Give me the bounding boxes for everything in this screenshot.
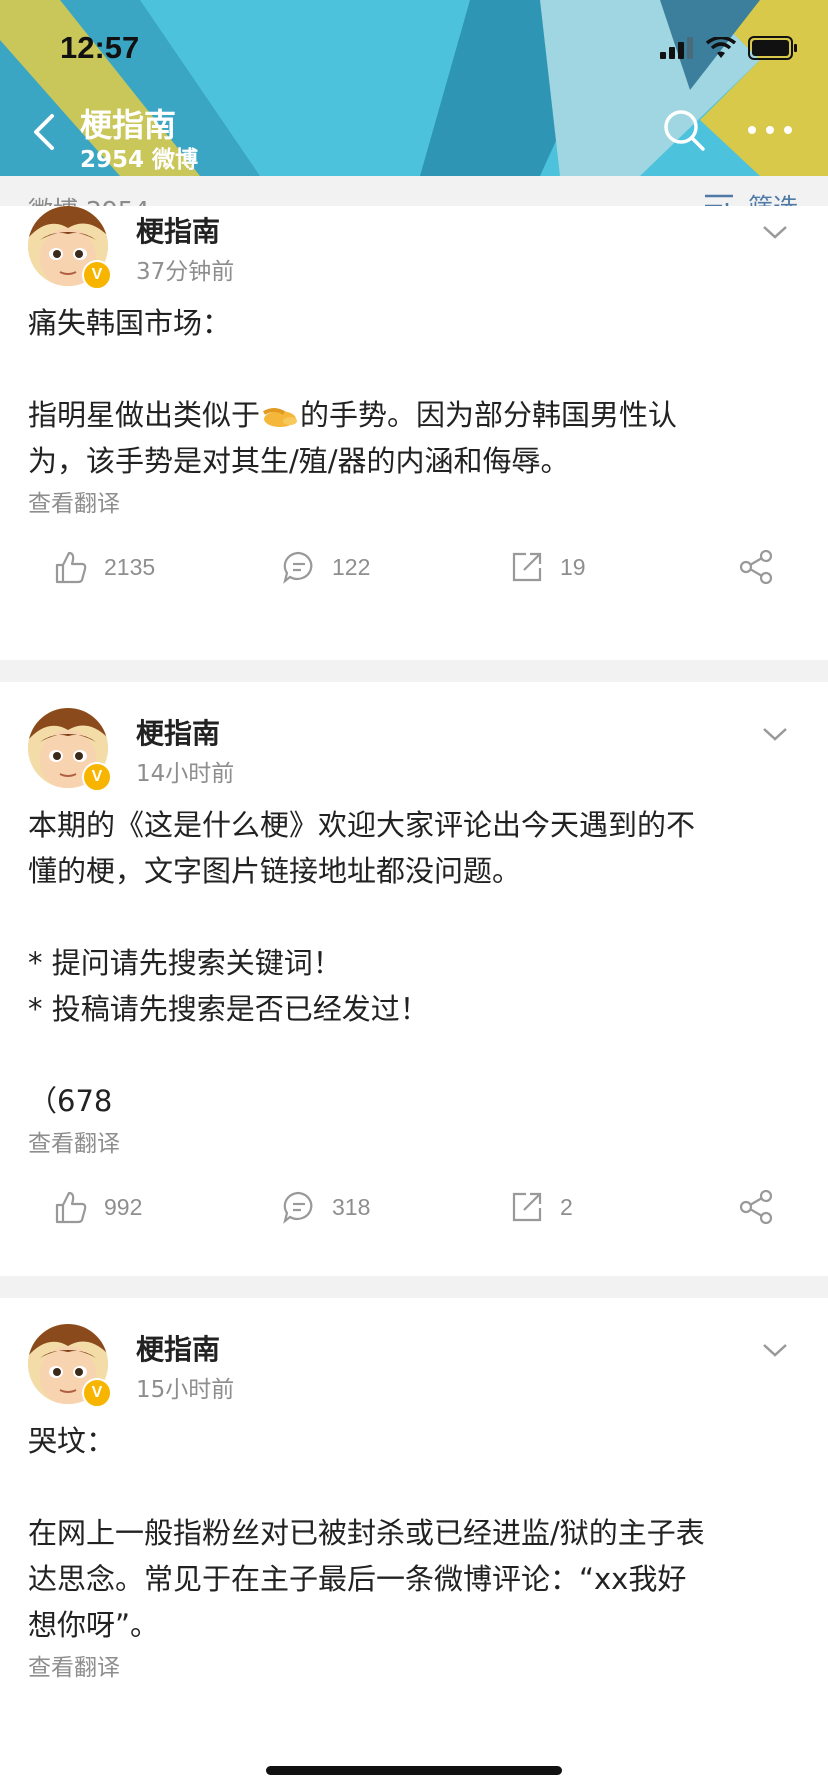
repost-button[interactable]: 2 (510, 1190, 573, 1224)
avatar[interactable]: V (28, 708, 112, 792)
post-count: 2954 微博 (80, 147, 199, 173)
signal-icon (660, 37, 693, 59)
verified-icon: V (82, 260, 112, 290)
wifi-icon (706, 37, 736, 58)
comment-button[interactable]: 122 (282, 550, 370, 584)
comment-count: 122 (332, 553, 371, 580)
feed: V 梗指南 37分钟前 痛失韩国市场： 指明星做出类似于 的手势。因为部分韩国男… (0, 206, 828, 1688)
like-count: 992 (104, 1193, 143, 1220)
more-icon[interactable] (746, 120, 794, 140)
post-content: 痛失韩国市场： 指明星做出类似于 的手势。因为部分韩国男性认 为，该手势是对其生… (28, 300, 798, 484)
comment-count: 318 (332, 1193, 371, 1220)
post-card[interactable]: V 梗指南 14小时前 本期的《这是什么梗》欢迎大家评论出今天遇到的不 懂的梗，… (0, 682, 828, 1276)
status-time: 12:57 (60, 30, 140, 65)
repost-icon (512, 1192, 542, 1222)
post-time: 15小时前 (136, 1377, 235, 1403)
translate-link[interactable]: 查看翻译 (28, 1124, 828, 1164)
chevron-down-icon[interactable] (762, 224, 788, 240)
post-time: 14小时前 (136, 761, 235, 787)
search-icon[interactable] (662, 108, 706, 152)
like-icon (55, 551, 87, 584)
home-indicator[interactable] (266, 1766, 562, 1775)
back-icon[interactable] (26, 110, 62, 154)
like-icon (55, 1191, 87, 1224)
post-actions: 992 318 2 (0, 1164, 828, 1276)
share-button[interactable] (738, 1190, 774, 1224)
post-card[interactable]: V 梗指南 15小时前 哭坟： 在网上一般指粉丝对已被封杀或已经进监/狱的主子表… (0, 1298, 828, 1688)
chevron-down-icon[interactable] (762, 726, 788, 742)
share-icon (739, 550, 773, 584)
translate-link[interactable]: 查看翻译 (28, 1648, 828, 1688)
repost-button[interactable]: 19 (510, 550, 586, 584)
post-author[interactable]: 梗指南 (136, 210, 220, 250)
post-separator (0, 660, 828, 682)
like-button[interactable]: 2135 (54, 550, 155, 584)
repost-icon (512, 552, 542, 582)
repost-count: 2 (560, 1193, 573, 1220)
post-card[interactable]: V 梗指南 37分钟前 痛失韩国市场： 指明星做出类似于 的手势。因为部分韩国男… (0, 206, 828, 660)
comment-button[interactable]: 318 (282, 1190, 370, 1224)
share-icon (739, 1190, 773, 1224)
like-count: 2135 (104, 553, 156, 580)
like-button[interactable]: 992 (54, 1190, 142, 1224)
post-line: 痛失韩国市场： (28, 306, 232, 340)
post-content: 本期的《这是什么梗》欢迎大家评论出今天遇到的不 懂的梗，文字图片链接地址都没问题… (28, 808, 696, 1118)
pinching-hand-emoji-icon (262, 408, 298, 427)
verified-icon: V (82, 762, 112, 792)
battery-icon (748, 36, 797, 60)
profile-header: 12:57 梗指南 2954 微博 (0, 0, 828, 176)
post-actions: 2135 122 19 (0, 524, 828, 634)
post-time: 37分钟前 (136, 259, 235, 285)
avatar[interactable]: V (28, 1324, 112, 1408)
post-line: 指明星做出类似于 (28, 398, 261, 432)
chevron-down-icon[interactable] (762, 1342, 788, 1358)
avatar[interactable]: V (28, 206, 112, 290)
post-line: 为，该手势是对其生/殖/器的内涵和侮辱。 (28, 444, 570, 478)
post-author[interactable]: 梗指南 (136, 712, 220, 752)
verified-icon: V (82, 1378, 112, 1408)
translate-link[interactable]: 查看翻译 (28, 484, 828, 524)
post-separator (0, 1276, 828, 1298)
share-button[interactable] (738, 550, 774, 584)
status-icons (660, 36, 798, 60)
repost-count: 19 (560, 553, 586, 580)
post-content: 哭坟： 在网上一般指粉丝对已被封杀或已经进监/狱的主子表 达思念。常见于在主子最… (28, 1424, 705, 1642)
post-author[interactable]: 梗指南 (136, 1328, 220, 1368)
comment-icon (283, 1191, 313, 1224)
post-line: 的手势。因为部分韩国男性认 (300, 398, 678, 432)
comment-icon (283, 551, 313, 584)
